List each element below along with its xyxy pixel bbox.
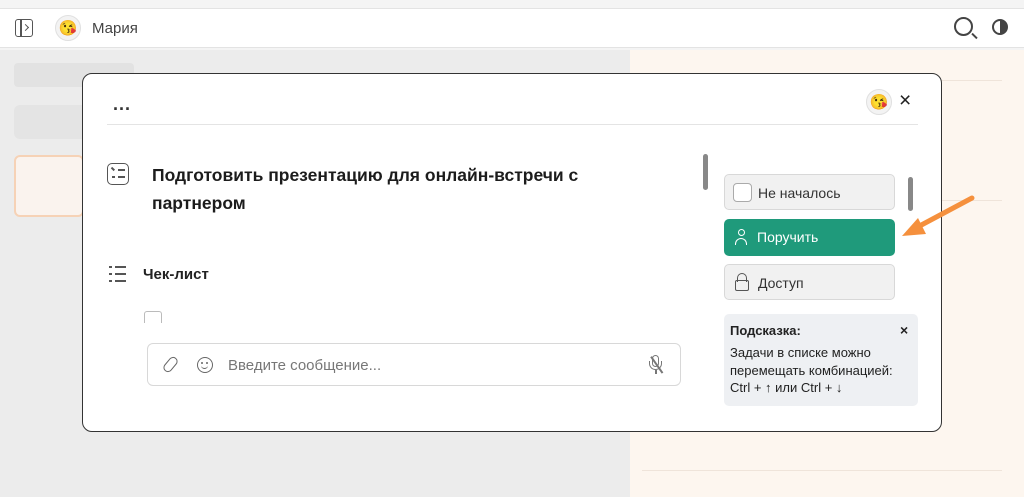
search-icon[interactable] (954, 17, 973, 36)
divider (107, 124, 918, 125)
hint-title: Подсказка: (730, 323, 801, 338)
status-label: Не началось (758, 185, 841, 201)
emoji-icon[interactable] (197, 357, 213, 373)
user-name: Мария (92, 20, 138, 37)
checklist-icon (109, 265, 127, 283)
status-button[interactable]: Не началось (724, 174, 895, 210)
content-scrollbar[interactable] (703, 154, 708, 190)
access-button[interactable]: Доступ (724, 264, 895, 300)
status-checkbox (733, 183, 752, 202)
hint-box: Подсказка: × Задачи в списке можно перем… (724, 314, 918, 406)
hint-close-button[interactable]: × (900, 322, 908, 338)
avatar-emoji: 😘 (869, 94, 889, 111)
close-button[interactable]: × (899, 90, 911, 112)
hint-text: Задачи в списке можно перемещать комбина… (730, 345, 893, 395)
background-card (14, 155, 84, 217)
background-divider (642, 470, 1002, 471)
message-composer (147, 343, 681, 386)
person-icon (735, 229, 747, 245)
mic-off-icon[interactable] (646, 354, 666, 376)
assign-label: Поручить (757, 229, 819, 245)
message-input[interactable] (228, 354, 628, 376)
task-modal: ... 😘 × Подготовить презентацию для онла… (82, 73, 942, 432)
arrow-annotation (902, 195, 975, 236)
lock-icon (735, 273, 749, 291)
sidebar-toggle-icon[interactable] (15, 19, 33, 37)
avatar-emoji: 😘 (58, 20, 78, 37)
checklist-item-checkbox[interactable] (144, 311, 162, 323)
access-label: Доступ (758, 275, 804, 291)
more-menu-button[interactable]: ... (113, 94, 131, 115)
assign-button[interactable]: Поручить (724, 219, 895, 256)
avatar[interactable]: 😘 (55, 15, 81, 41)
assignee-avatar[interactable]: 😘 (866, 89, 892, 115)
theme-toggle-icon[interactable] (992, 19, 1008, 35)
top-bar: 😘 Мария (0, 8, 1024, 48)
attach-icon[interactable] (161, 355, 180, 374)
checklist-label: Чек-лист (143, 266, 209, 283)
task-icon (107, 163, 129, 185)
task-title[interactable]: Подготовить презентацию для онлайн-встре… (152, 161, 612, 217)
